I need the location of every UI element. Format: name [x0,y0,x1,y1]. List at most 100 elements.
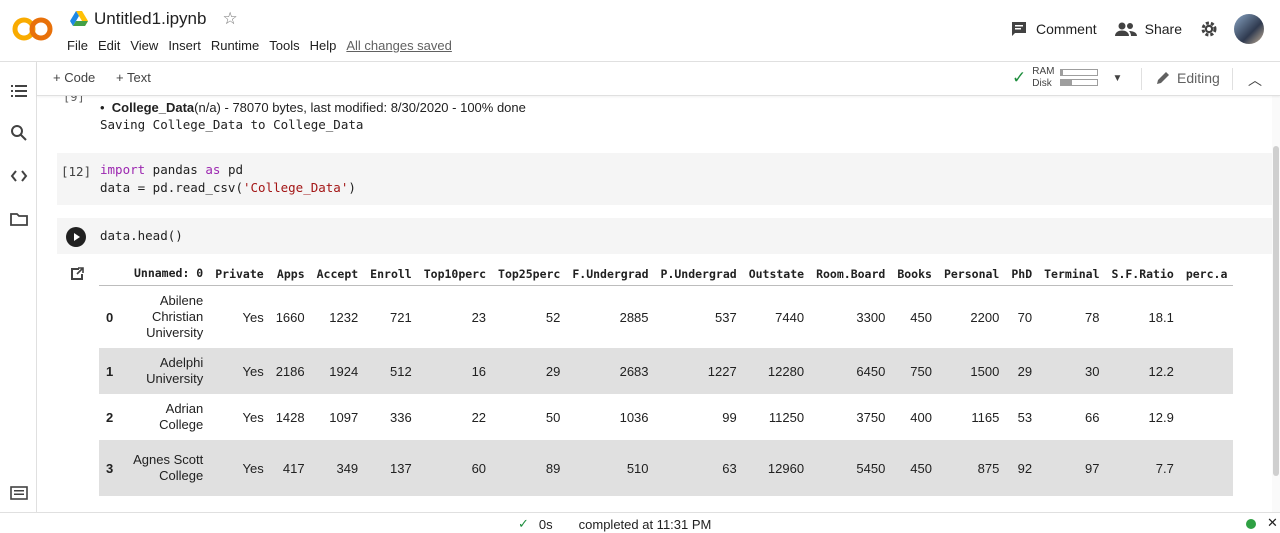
table-row: 2 Adrian College Yes 1428 1097 336 22 50 1036 99 1… [99,394,1234,440]
ram-label: RAM [1032,66,1055,77]
connection-status-dot [1246,519,1256,529]
user-avatar[interactable] [1234,14,1264,44]
table-cell: 537 [654,285,743,348]
table-cell: 137 [364,440,418,496]
row-index: 3 [99,440,120,496]
code-snippets-icon[interactable] [10,167,28,185]
code-editor[interactable]: data.head() [100,227,183,245]
editing-label: Editing [1177,70,1220,86]
collapse-header-icon[interactable]: ︿ [1248,70,1262,90]
share-button[interactable]: Share [1114,21,1182,37]
code-cell[interactable]: data.head() [57,218,1278,254]
toolbar-divider [1232,68,1233,90]
column-header: Unnamed: 0 [119,262,210,286]
resource-labels: RAM Disk [1032,66,1054,90]
editing-mode-button[interactable]: Editing [1155,70,1220,86]
code-line: data = pd.read_csv('College_Data') [100,179,356,197]
star-icon[interactable]: ☆ [222,9,237,29]
table-cell: 1036 [566,394,655,440]
execution-duration: 0s [538,516,553,532]
table-cell: 1227 [654,348,743,394]
notebook-title[interactable]: Untitled1.ipynb [94,9,206,29]
table-cell: 1428 [269,394,311,440]
table-cell: 875 [937,440,1006,496]
settings-button[interactable] [1200,20,1218,38]
column-header: Top25perc [492,262,567,286]
search-icon[interactable] [10,124,28,142]
table-cell: Adrian College [119,394,210,440]
column-header: Enroll [364,262,418,286]
column-header: Private [209,262,270,286]
table-cell: 23 [417,285,493,348]
table-cell: 750 [891,348,938,394]
code-editor[interactable]: import pandas as pd data = pd.read_csv('… [100,161,356,197]
column-header: S.F.Ratio [1105,262,1180,286]
table-cell: 89 [492,440,567,496]
scrollbar-thumb[interactable] [1273,146,1279,476]
table-cell: 336 [364,394,418,440]
title-row: Untitled1.ipynb ☆ [70,9,238,29]
files-folder-icon[interactable] [10,210,28,228]
column-header: Top10perc [417,262,493,286]
table-body: 0 Abilene Christian University Yes 1660 1232… [99,285,1234,496]
close-icon[interactable]: ✕ [1267,515,1278,531]
share-label: Share [1144,21,1182,37]
column-header: Room.Board [810,262,892,286]
table-cell: 53 [1005,394,1039,440]
menu-tools[interactable]: Tools [268,38,305,53]
keyword-token: import [100,162,146,177]
dataframe-table: Unnamed: 0 Private Apps Accept Enroll To… [99,262,1234,496]
pencil-icon [1157,72,1169,84]
column-header [99,262,120,286]
table-of-contents-icon[interactable] [10,82,28,100]
saving-output-line: Saving College_Data to College_Data [100,117,364,132]
table-cell: 22 [417,394,493,440]
disk-bar-fill [1061,80,1073,85]
menu-insert[interactable]: Insert [167,38,207,53]
table-cell [1179,440,1234,496]
add-code-button[interactable]: + Code [53,70,95,85]
table-cell [1179,348,1234,394]
save-status-link[interactable]: All changes saved [345,38,458,53]
output-actions-icon[interactable] [69,266,85,282]
menu-edit[interactable]: Edit [97,38,126,53]
table-cell: 12280 [742,348,811,394]
header-actions: Comment Share [992,14,1264,44]
menu-file[interactable]: File [66,38,94,53]
comment-button[interactable]: Comment [1010,20,1097,38]
code-token: data = pd.read_csv( [100,180,243,195]
code-cell[interactable]: [12] import pandas as pd data = pd.read_… [57,153,1278,205]
table-cell: 70 [1005,285,1039,348]
menu-help[interactable]: Help [309,38,343,53]
column-header: P.Undergrad [654,262,743,286]
table-cell: 2200 [937,285,1006,348]
command-palette-icon[interactable] [10,484,28,502]
run-cell-button[interactable] [66,227,86,247]
menu-bar: File Edit View Insert Runtime Tools Help… [66,38,461,53]
vertical-scrollbar[interactable] [1272,96,1280,512]
runtime-resources[interactable]: ✓ RAM Disk ▼ [1012,66,1122,90]
keyword-token: as [205,162,221,177]
column-header: F.Undergrad [566,262,655,286]
table-cell: 7440 [742,285,811,348]
colab-logo[interactable] [12,14,54,44]
code-token: pandas [145,162,206,177]
table-cell: 60 [417,440,493,496]
table-cell: 1165 [937,394,1006,440]
string-token: 'College_Data' [243,180,349,195]
comment-icon [1011,22,1026,36]
check-icon: ✓ [518,516,529,531]
add-text-button[interactable]: + Text [116,70,151,85]
table-cell: 12.9 [1105,394,1180,440]
resources-dropdown-icon[interactable]: ▼ [1112,73,1122,84]
menu-view[interactable]: View [129,38,164,53]
gear-icon [1201,21,1217,37]
table-cell: 1924 [310,348,365,394]
table-cell: 18.1 [1105,285,1180,348]
cell-execution-count: [12] [61,164,92,179]
notebook-content: [9] • College_Data(n/a) - 78070 bytes, l… [37,96,1280,512]
table-cell: 400 [891,394,938,440]
menu-runtime[interactable]: Runtime [210,38,265,53]
table-cell: 2885 [566,285,655,348]
table-cell: 30 [1038,348,1106,394]
